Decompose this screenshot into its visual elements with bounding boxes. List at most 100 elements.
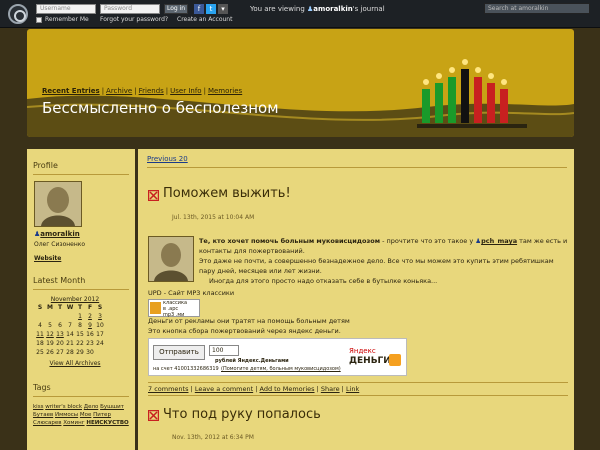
nav-recent-entries[interactable]: Recent Entries xyxy=(42,87,100,95)
calendar-day-link[interactable]: 1 xyxy=(75,312,85,321)
nav-archive[interactable]: Archive xyxy=(106,87,132,95)
view-all-archives-link[interactable]: View All Archives xyxy=(35,360,115,367)
yandex-wallet-icon xyxy=(389,354,401,366)
twitter-icon[interactable]: t xyxy=(206,4,216,14)
tag-link[interactable]: Бушшит xyxy=(100,404,124,410)
password-input[interactable]: Password xyxy=(100,4,160,14)
calendar-day: 23 xyxy=(86,340,94,347)
calendar-day: 17 xyxy=(96,331,104,338)
avatar[interactable] xyxy=(34,181,82,227)
calendar-month-link[interactable]: November 2012 xyxy=(35,296,115,303)
calendar-day xyxy=(95,348,105,357)
calendar-week: 11 12 13 14 15 16 17 xyxy=(35,330,105,339)
divider xyxy=(148,395,568,396)
journal-header: Recent Entries | Archive | Friends | User Info… xyxy=(27,29,574,137)
calendar-day-link[interactable]: 12 xyxy=(45,330,55,339)
chevron-down-icon[interactable]: ▾ xyxy=(218,4,228,14)
calendar-day: 18 xyxy=(36,340,44,347)
user-link[interactable]: pch_maya xyxy=(481,237,517,245)
yandex-purpose: (Помогите детям, больным муковисцидозом) xyxy=(221,366,341,372)
tag-link[interactable]: Иммосы xyxy=(55,412,78,418)
calendar-day: 26 xyxy=(46,349,54,356)
calendar-day: 19 xyxy=(46,340,54,347)
entry-subject[interactable]: Поможем выжить! xyxy=(163,186,291,201)
calendar-day-link[interactable]: 11 xyxy=(35,330,45,339)
calendar-day xyxy=(55,312,65,321)
calendar-day xyxy=(35,312,45,321)
main-content: Previous 20 Поможем выжить! Jul. 13th, 2… xyxy=(138,149,574,450)
divider xyxy=(147,167,567,168)
entry-text: - прочтите что это такое у xyxy=(380,237,476,245)
entry-paragraph: Деньги от рекламы они тратят на помощь б… xyxy=(148,317,350,325)
tag-link[interactable]: writer's block xyxy=(45,404,82,410)
profile-username-text[interactable]: amoralkin xyxy=(40,230,79,238)
journal-title[interactable]: Бессмысленно о бесполезном xyxy=(42,99,279,117)
entry-userpic xyxy=(148,236,194,282)
calendar-day: 29 xyxy=(76,349,84,356)
calendar-day: 20 xyxy=(56,340,64,347)
add-to-memories-link[interactable]: Add to Memories xyxy=(259,385,314,393)
tag-link[interactable]: Мое xyxy=(80,412,92,418)
divider xyxy=(33,396,129,397)
calendar-day: 25 xyxy=(36,349,44,356)
calendar-day xyxy=(45,312,55,321)
leave-comment-link[interactable]: Leave a comment xyxy=(195,385,253,393)
entry-footer: 7 comments | Leave a comment | Add to Me… xyxy=(148,382,568,393)
viewing-user-link[interactable]: amoralkin xyxy=(313,5,352,13)
share-link[interactable]: Share xyxy=(321,385,340,393)
mp3-classic-banner[interactable]: классика в .арс mp3 .ми xyxy=(148,299,200,318)
comments-link[interactable]: 7 comments xyxy=(148,385,188,393)
link-link[interactable]: Link xyxy=(346,385,359,393)
weekday: T xyxy=(57,304,63,311)
nav-memories[interactable]: Memories xyxy=(208,87,242,95)
latest-month-heading: Latest Month xyxy=(33,276,86,285)
calendar-day: 10 xyxy=(96,322,104,329)
facebook-icon[interactable]: f xyxy=(194,4,204,14)
nav-friends[interactable]: Friends xyxy=(139,87,164,95)
banner-logo-icon xyxy=(150,302,161,314)
search-input[interactable]: Search at amoralkin xyxy=(484,3,590,14)
login-button[interactable]: Log in xyxy=(164,4,188,14)
calendar-day: 4 xyxy=(38,322,42,329)
journal-nav: Recent Entries | Archive | Friends | User Info… xyxy=(42,87,243,95)
profile-fullname: Олег Сизоненко xyxy=(34,241,86,248)
livejournal-logo-icon[interactable] xyxy=(8,4,28,24)
remember-label: Remember Me xyxy=(45,16,89,23)
entry-paragraph: Это даже не почти, а совершенно безнадеж… xyxy=(199,257,554,275)
top-bar: Username Password Log in f t ▾ Remember … xyxy=(0,0,600,28)
entry-subject[interactable]: Что под руку попалось xyxy=(163,407,321,422)
nav-user-info[interactable]: User Info xyxy=(170,87,201,95)
calendar-day-link[interactable]: 13 xyxy=(55,330,65,339)
tag-link[interactable]: kiss xyxy=(33,404,43,410)
calendar-day: 28 xyxy=(66,349,74,356)
calendar-week: 4 5 6 7 8 9 10 xyxy=(35,321,105,330)
tag-link[interactable]: Хоминг xyxy=(63,420,84,426)
remember-checkbox[interactable] xyxy=(36,17,42,23)
calendar-day-link[interactable]: 3 xyxy=(95,312,105,321)
entry-body: Те, кто хочет помочь больным муковисцидо… xyxy=(199,236,569,286)
calendar-day: 21 xyxy=(66,340,74,347)
forgot-password-link[interactable]: Forgot your password? xyxy=(100,16,168,24)
username-input[interactable]: Username xyxy=(36,4,96,14)
calendar-day: 8 xyxy=(78,322,82,329)
profile-username[interactable]: ♟amoralkin xyxy=(34,230,135,238)
tag-link[interactable]: Слюсарев xyxy=(33,420,62,426)
yandex-account: на счет 41001332686319 xyxy=(153,366,219,372)
tag-link[interactable]: НЕИСКУСТВО xyxy=(86,420,128,426)
yandex-amount-input[interactable]: 100 xyxy=(209,345,239,356)
calendar-day: 14 xyxy=(66,331,74,338)
tag-link[interactable]: Дело xyxy=(84,404,99,410)
weekday: W xyxy=(66,304,74,311)
calendar-day: 5 xyxy=(48,322,52,329)
create-account-link[interactable]: Create an Account xyxy=(177,16,232,24)
calendar-day-link[interactable]: 2 xyxy=(85,312,95,321)
sidebar: Profile ♟amoralkin Олег Сизоненко Websit… xyxy=(27,149,135,450)
viewing-indicator: You are viewing ♟amoralkin's journal xyxy=(250,4,385,14)
viewing-suffix: 's journal xyxy=(352,5,385,13)
website-link[interactable]: Website xyxy=(34,255,135,262)
previous-20-link[interactable]: Previous 20 xyxy=(147,155,188,163)
tag-link[interactable]: Питер xyxy=(93,412,111,418)
calendar-day-link[interactable]: 9 xyxy=(85,321,95,330)
tag-link[interactable]: Бутаев xyxy=(33,412,53,418)
yandex-send-button[interactable]: Отправить xyxy=(153,345,205,360)
